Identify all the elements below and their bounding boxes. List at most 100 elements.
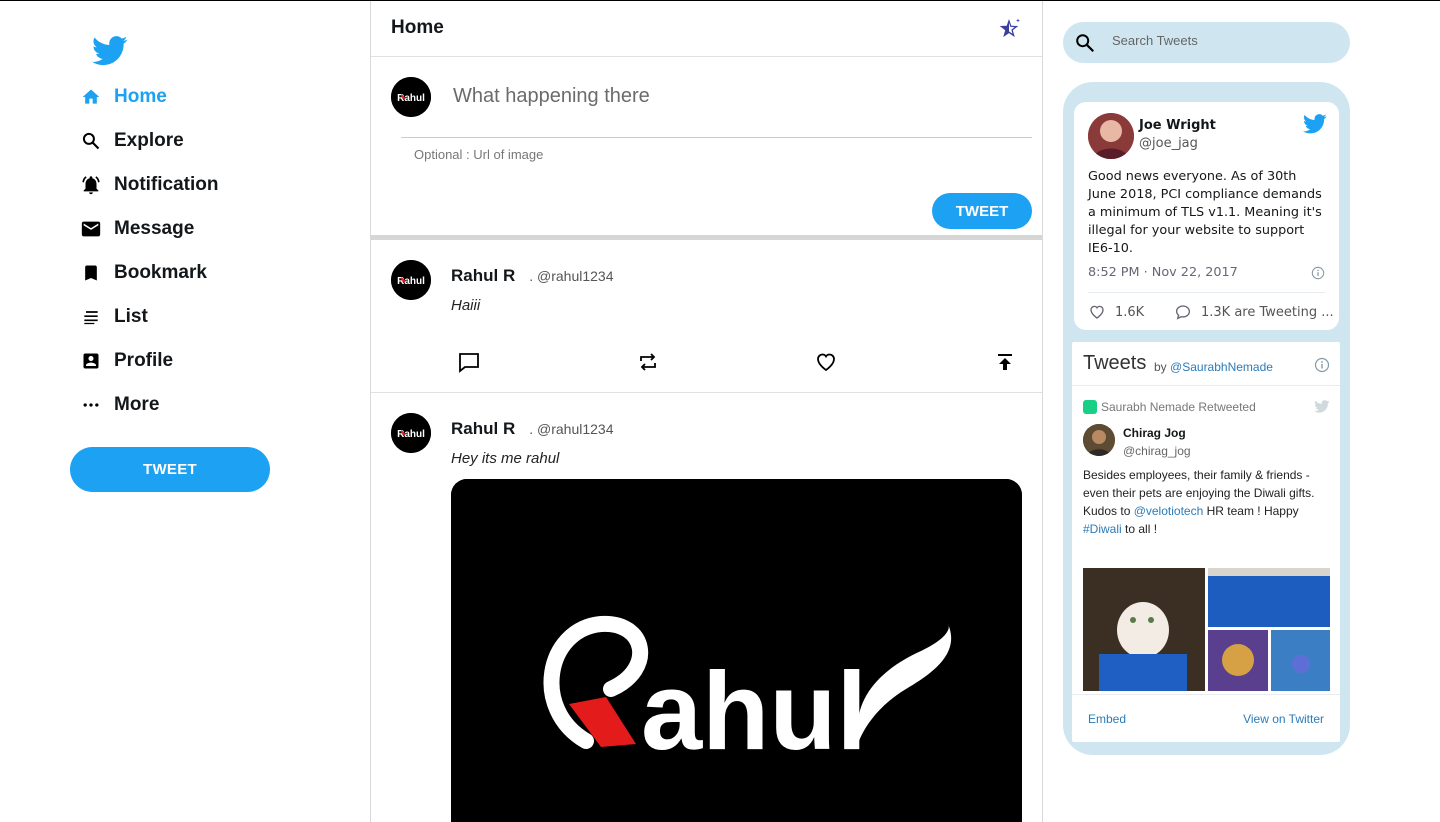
reply-icon[interactable]	[457, 350, 481, 374]
avatar[interactable]	[1088, 113, 1134, 159]
like-count-text: 1.6K	[1115, 304, 1145, 320]
by-label: by	[1154, 360, 1167, 374]
post-text: Hey its me rahul	[451, 450, 560, 467]
timeline-header: Tweets by @SaurabhNemade	[1072, 342, 1340, 386]
tweet-text: Besides employees, their family & friend…	[1083, 466, 1331, 538]
main-feed: Home Rahul TWEET Rahul Rahul R . @rahul1…	[370, 1, 1043, 822]
tweet-post: Rahul Rahul R . @rahul1234 Hey its me ra…	[371, 393, 1042, 822]
embed-link[interactable]: Embed	[1088, 712, 1126, 726]
post-actions	[457, 350, 1017, 374]
retweet-notice[interactable]: Saurabh Nemade Retweeted	[1083, 400, 1256, 414]
share-upload-icon[interactable]	[993, 350, 1017, 374]
tweet-text-part: to all !	[1121, 522, 1158, 536]
mail-icon	[80, 218, 102, 240]
search-icon[interactable]	[1074, 32, 1096, 54]
nav-item-explore[interactable]: Explore	[80, 119, 219, 163]
timeline-footer: Embed View on Twitter	[1072, 694, 1340, 742]
main-nav: Home Explore Notification Message Bookma…	[80, 75, 219, 427]
hashtag-link[interactable]: #Diwali	[1083, 522, 1122, 536]
embedded-timeline: Tweets by @SaurabhNemade Saurabh Nemade …	[1072, 342, 1340, 742]
nav-label: List	[114, 306, 148, 327]
timeline-owner-link[interactable]: @SaurabhNemade	[1170, 360, 1273, 374]
view-on-twitter-link[interactable]: View on Twitter	[1243, 712, 1324, 726]
like-count[interactable]: 1.6K	[1088, 303, 1144, 321]
tweet-media-grid[interactable]	[1083, 568, 1330, 691]
search-bar	[1063, 22, 1350, 63]
tweet-author-name[interactable]: Chirag Jog	[1123, 426, 1186, 440]
list-icon	[80, 306, 102, 328]
divider	[1088, 292, 1325, 293]
post-author-handle: . @rahul1234	[529, 421, 614, 437]
nav-label: Message	[114, 218, 195, 239]
nav-item-message[interactable]: Message	[80, 207, 219, 251]
twitter-bird-icon[interactable]	[92, 35, 128, 67]
post-author-name: Rahul R	[451, 419, 516, 438]
search-icon	[80, 130, 102, 152]
embedded-tweet-card[interactable]: Joe Wright @joe_jag Good news everyone. …	[1074, 102, 1339, 330]
nav-item-bookmark[interactable]: Bookmark	[80, 251, 219, 295]
post-author-name: Rahul R	[451, 266, 516, 285]
conversation-text: 1.3K are Tweeting ...	[1201, 304, 1334, 320]
bell-icon	[80, 174, 102, 196]
avatar: Rahul	[391, 260, 431, 300]
nav-label: Profile	[114, 350, 174, 371]
sparkle-star-icon[interactable]	[998, 17, 1022, 41]
page-title: Home	[391, 17, 444, 38]
svg-text:Rahul: Rahul	[397, 93, 425, 104]
tweet-timestamp[interactable]: 8:52 PM · Nov 22, 2017	[1088, 265, 1238, 280]
search-input[interactable]	[1112, 33, 1332, 48]
nav-item-home[interactable]: Home	[80, 75, 219, 119]
left-sidebar: Home Explore Notification Message Bookma…	[0, 1, 371, 822]
tweet-author-name[interactable]: Joe Wright	[1139, 118, 1216, 133]
divider	[401, 137, 1032, 138]
post-header: Rahul R . @rahul1234	[451, 419, 614, 439]
rahul-logo-image: ahul	[451, 479, 1022, 822]
post-author-handle: . @rahul1234	[529, 268, 614, 284]
image-url-input[interactable]	[414, 147, 814, 162]
compose-input[interactable]	[453, 85, 1013, 108]
tweet-text-part: HR team ! Happy	[1203, 504, 1299, 518]
feed-header: Home	[371, 1, 1042, 57]
retweet-notice-text: Saurabh Nemade Retweeted	[1101, 400, 1256, 414]
avatar: Rahul	[391, 413, 431, 453]
post-text: Haiii	[451, 297, 481, 314]
mention-link[interactable]: @velotiotech	[1134, 504, 1204, 518]
nav-label: Home	[114, 86, 167, 107]
nav-item-profile[interactable]: Profile	[80, 339, 219, 383]
heart-icon	[1090, 305, 1104, 319]
post-header: Rahul R . @rahul1234	[451, 266, 614, 286]
nav-item-list[interactable]: List	[80, 295, 219, 339]
twitter-bird-icon[interactable]	[1314, 400, 1330, 413]
info-icon[interactable]	[1314, 357, 1330, 373]
profile-icon	[80, 350, 102, 372]
tweet-author-handle[interactable]: @chirag_jog	[1123, 444, 1191, 458]
tweet-post: Rahul Rahul R . @rahul1234 Haiii	[371, 240, 1042, 393]
retweet-icon	[1083, 400, 1097, 414]
nav-label: Notification	[114, 174, 219, 195]
sidebar-tweet-button[interactable]: TWEET	[70, 447, 270, 492]
nav-label: Explore	[114, 130, 184, 151]
post-image[interactable]: ahul	[451, 479, 1022, 822]
tweet-author-handle[interactable]: @joe_jag	[1139, 136, 1198, 151]
bookmark-icon	[80, 262, 102, 284]
timeline-title: Tweets	[1083, 352, 1147, 374]
conversation-link[interactable]: 1.3K are Tweeting ...	[1174, 303, 1334, 321]
compose-box: Rahul TWEET	[371, 57, 1042, 240]
nav-label: More	[114, 394, 160, 415]
nav-label: Bookmark	[114, 262, 207, 283]
svg-text:Rahul: Rahul	[397, 276, 425, 287]
info-icon[interactable]	[1311, 266, 1325, 280]
like-icon[interactable]	[814, 350, 838, 374]
tweet-text: Good news everyone. As of 30th June 2018…	[1088, 169, 1322, 256]
nav-item-more[interactable]: More	[80, 383, 219, 427]
speech-bubble-icon	[1175, 305, 1191, 320]
compose-tweet-button[interactable]: TWEET	[932, 193, 1032, 229]
nav-item-notification[interactable]: Notification	[80, 163, 219, 207]
twitter-bird-icon[interactable]	[1303, 114, 1327, 134]
more-icon	[80, 394, 102, 416]
retweet-icon[interactable]	[636, 350, 660, 374]
home-icon	[80, 86, 102, 108]
avatar[interactable]	[1083, 424, 1115, 456]
svg-text:ahul: ahul	[641, 650, 867, 773]
widget-panel: Joe Wright @joe_jag Good news everyone. …	[1063, 82, 1350, 755]
